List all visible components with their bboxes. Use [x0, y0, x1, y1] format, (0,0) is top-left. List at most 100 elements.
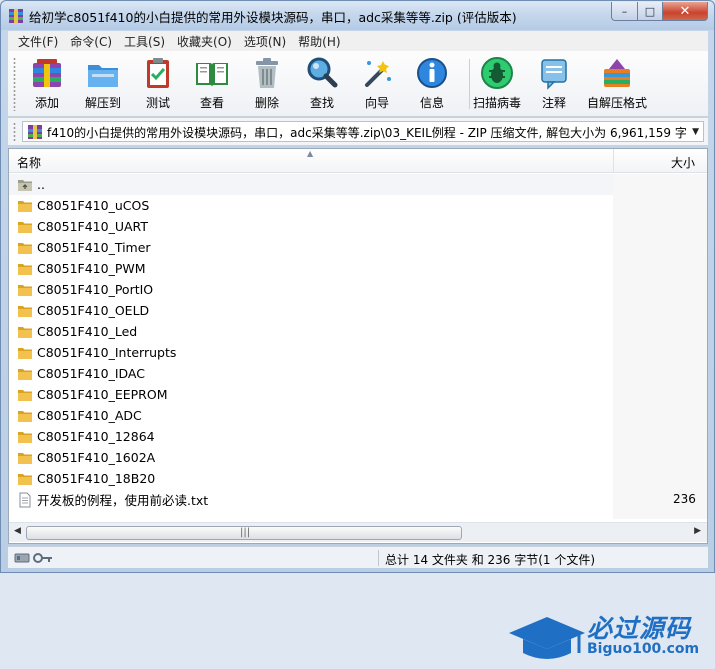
- address-grip[interactable]: [13, 122, 16, 142]
- scroll-left-icon[interactable]: ◀: [14, 526, 21, 536]
- list-item[interactable]: C8051F410_PortIO: [9, 279, 613, 300]
- title-bar[interactable]: 给初学c8051f410的小白提供的常用外设模块源码，串口，adc采集等等.zi…: [1, 1, 714, 30]
- status-summary: 总计 14 文件夹 和 236 字节(1 个文件): [385, 553, 596, 567]
- list-item[interactable]: C8051F410_ADC: [9, 405, 613, 426]
- file-name: C8051F410_IDAC: [37, 366, 145, 381]
- find-button[interactable]: 查找: [294, 55, 350, 113]
- view-button[interactable]: 查看: [184, 55, 240, 113]
- archive-icon: [28, 125, 42, 139]
- sfx-label: 自解压格式: [586, 96, 647, 110]
- list-item[interactable]: ..: [9, 174, 613, 195]
- maximize-button[interactable]: □: [637, 2, 663, 21]
- folder-icon: [18, 263, 32, 275]
- chevron-down-icon[interactable]: ▼: [692, 127, 699, 137]
- wizard-button[interactable]: 向导: [349, 55, 405, 113]
- test-label: 测试: [145, 96, 170, 110]
- magic-wand-icon: [365, 61, 391, 87]
- address-path: f410的小白提供的常用外设模块源码，串口，adc采集等等.zip\03_KEI…: [47, 126, 687, 140]
- window-title: 给初学c8051f410的小白提供的常用外设模块源码，串口，adc采集等等.zi…: [29, 10, 517, 25]
- clipboard-check-icon: [147, 58, 169, 88]
- folder-icon: [18, 431, 32, 443]
- list-item[interactable]: C8051F410_Timer: [9, 237, 613, 258]
- extract-label: 解压到: [84, 96, 121, 110]
- file-name: C8051F410_uCOS: [37, 198, 150, 213]
- sort-arrow-icon: ▲: [307, 149, 314, 158]
- status-separator: [378, 550, 379, 566]
- column-size-header[interactable]: 大小: [613, 149, 707, 173]
- open-book-icon: [196, 63, 228, 87]
- folder-icon: [18, 242, 32, 254]
- toolbar: 添加 解压到 测试 查看 删除 查找 向导 信息 扫描病毒 注释 自解压格式: [8, 51, 708, 117]
- toolbar-grip[interactable]: [13, 57, 16, 111]
- menu-commands[interactable]: 命令(C): [64, 33, 118, 50]
- folder-icon: [18, 284, 32, 296]
- file-name: C8051F410_ADC: [37, 408, 142, 423]
- view-label: 查看: [199, 96, 224, 110]
- list-item[interactable]: C8051F410_uCOS: [9, 195, 613, 216]
- file-name: C8051F410_PortIO: [37, 282, 154, 297]
- sfx-button[interactable]: 自解压格式: [586, 55, 648, 113]
- test-button[interactable]: 测试: [130, 55, 186, 113]
- list-item[interactable]: C8051F410_PWM: [9, 258, 613, 279]
- wizard-label: 向导: [364, 96, 389, 110]
- menu-tools[interactable]: 工具(S): [118, 33, 171, 50]
- watermark-title: 必过源码: [587, 614, 692, 643]
- address-field[interactable]: f410的小白提供的常用外设模块源码，串口，adc采集等等.zip\03_KEI…: [22, 121, 704, 142]
- file-name: C8051F410_UART: [37, 219, 148, 234]
- folder-icon: [18, 347, 32, 359]
- books-add-icon: [33, 59, 61, 87]
- info-icon: [417, 58, 447, 88]
- app-window: 给初学c8051f410的小白提供的常用外设模块源码，串口，adc采集等等.zi…: [0, 0, 715, 659]
- minimize-button[interactable]: –: [611, 2, 638, 21]
- list-item[interactable]: 开发板的例程，使用前必读.txt 236: [9, 489, 696, 510]
- list-item[interactable]: C8051F410_18B20: [9, 468, 613, 489]
- list-item[interactable]: C8051F410_Led: [9, 321, 613, 342]
- file-name: C8051F410_EEPROM: [37, 387, 168, 402]
- folder-icon: [18, 200, 32, 212]
- list-item[interactable]: C8051F410_IDAC: [9, 363, 613, 384]
- horizontal-scrollbar[interactable]: ◀ ||| ▶: [9, 522, 707, 542]
- add-button[interactable]: 添加: [19, 55, 75, 113]
- comment-label: 注释: [541, 96, 566, 110]
- extract-button[interactable]: 解压到: [75, 55, 131, 113]
- file-name: C8051F410_PWM: [37, 261, 146, 276]
- winrar-app-icon: [9, 9, 23, 23]
- list-item[interactable]: C8051F410_EEPROM: [9, 384, 613, 405]
- file-name: C8051F410_1602A: [37, 450, 156, 465]
- parent-folder-icon: [18, 179, 32, 191]
- list-item[interactable]: C8051F410_12864: [9, 426, 613, 447]
- list-item[interactable]: C8051F410_UART: [9, 216, 613, 237]
- list-item[interactable]: C8051F410_OELD: [9, 300, 613, 321]
- info-button[interactable]: 信息: [404, 55, 460, 113]
- close-button[interactable]: ✕: [662, 2, 708, 21]
- watermark-subtitle: Biguo100.com: [587, 641, 700, 657]
- menu-file[interactable]: 文件(F): [12, 33, 64, 50]
- scroll-thumb[interactable]: |||: [26, 526, 462, 540]
- file-name: C8051F410_18B20: [37, 471, 156, 486]
- delete-button[interactable]: 删除: [239, 55, 295, 113]
- add-label: 添加: [34, 96, 59, 110]
- menu-favorites[interactable]: 收藏夹(O): [171, 33, 238, 50]
- magnifier-icon: [307, 57, 338, 88]
- folder-icon: [18, 221, 32, 233]
- comment-button[interactable]: 注释: [526, 55, 582, 113]
- file-rows: .. C8051F410_uCOS C8051F410_UART C8051F410_…: [9, 174, 696, 510]
- drive-key-icon: [14, 553, 52, 563]
- file-name: ..: [37, 177, 45, 192]
- menu-help[interactable]: 帮助(H): [292, 33, 346, 50]
- folder-icon: [18, 473, 32, 485]
- virus-scan-button[interactable]: 扫描病毒: [469, 55, 525, 113]
- file-name: C8051F410_OELD: [37, 303, 150, 318]
- folder-icon: [18, 305, 32, 317]
- text-file-icon: [19, 492, 31, 507]
- file-list[interactable]: 名称 ▲ 大小 .. C8051F410_uCOS C8051F410_UART C8…: [8, 148, 708, 659]
- folder-icon: [18, 452, 32, 464]
- menu-options[interactable]: 选项(N): [238, 33, 292, 50]
- scroll-right-icon[interactable]: ▶: [694, 526, 701, 536]
- address-bar: f410的小白提供的常用外设模块源码，串口，adc采集等等.zip\03_KEI…: [8, 118, 708, 145]
- file-size: 236: [673, 492, 696, 506]
- column-name-header[interactable]: 名称: [17, 154, 41, 171]
- list-item[interactable]: C8051F410_Interrupts: [9, 342, 613, 363]
- list-item[interactable]: C8051F410_1602A: [9, 447, 613, 468]
- folder-icon: [18, 326, 32, 338]
